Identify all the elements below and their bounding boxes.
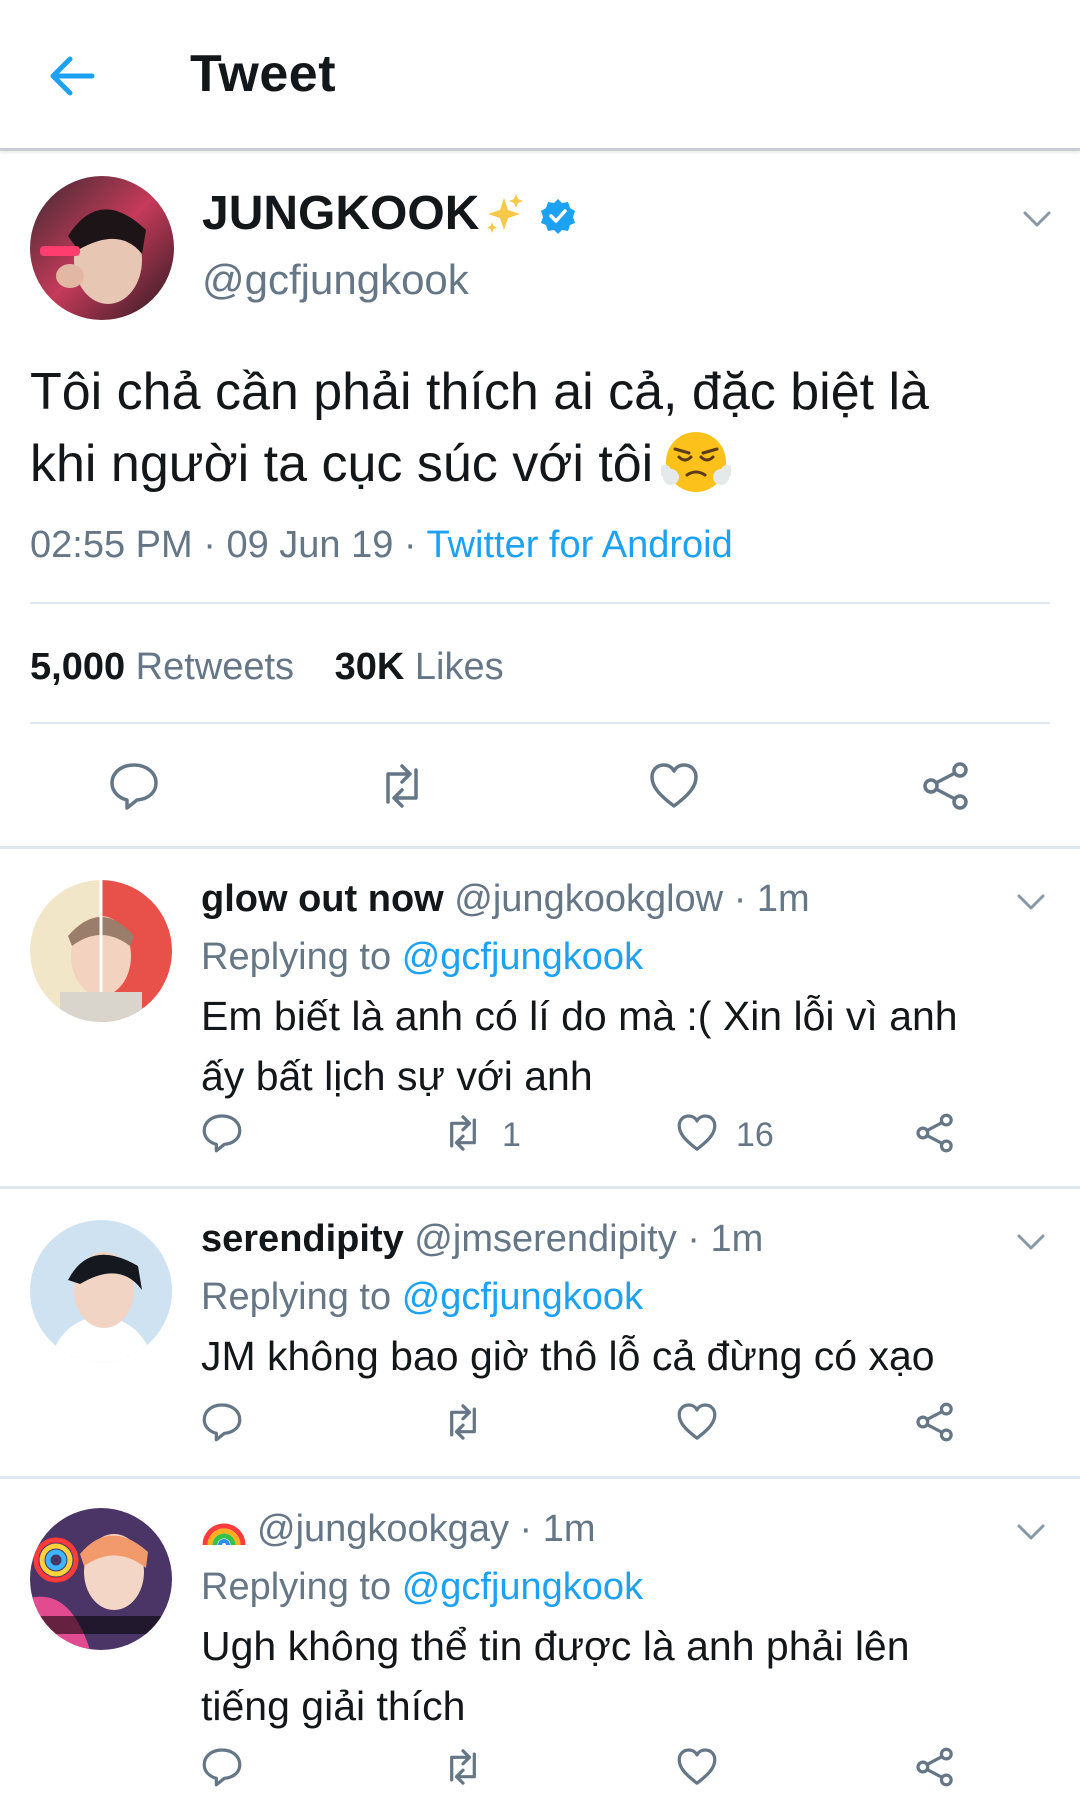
reply-author-handle[interactable]: @jmserendipity (414, 1218, 676, 1260)
tweet-text-line: Tôi chả cần phải thích ai cả, đặc biệt l… (30, 363, 929, 421)
avatar[interactable] (30, 1508, 172, 1650)
meta-separator: · (403, 524, 417, 566)
replying-to-label: Replying to (201, 1276, 392, 1318)
tweet-source-link[interactable]: Twitter for Android (426, 524, 732, 566)
author-handle[interactable]: @gcfjungkook (202, 256, 469, 304)
reply-text-line: Ugh không thể tin được là anh phải lên (201, 1623, 910, 1669)
chevron-down-icon[interactable] (1016, 1523, 1046, 1541)
replying-to-label: Replying to (201, 936, 392, 978)
divider (0, 846, 1080, 849)
replying-to-handle[interactable]: @gcfjungkook (402, 1566, 643, 1608)
reply-icon[interactable] (201, 1746, 243, 1788)
face-with-steam-icon (661, 429, 732, 495)
replying-to-label: Replying to (201, 1566, 392, 1608)
avatar[interactable] (30, 176, 174, 320)
chevron-down-icon[interactable] (1016, 1233, 1046, 1251)
retweets-count[interactable]: 5,000 (30, 646, 125, 688)
likes-count[interactable]: 30K (335, 646, 405, 688)
divider (0, 1186, 1080, 1189)
reply-icon[interactable] (201, 1401, 243, 1443)
reply-header: glow out now @jungkookglow · 1m (201, 878, 810, 921)
reply-time: · 1m (519, 1508, 596, 1550)
retweets-label[interactable]: Retweets (136, 646, 294, 688)
reply-author-handle[interactable]: @jungkookglow (454, 878, 723, 920)
reply-text-line: tiếng giải thích (201, 1683, 466, 1729)
like-count: 16 (736, 1116, 774, 1154)
reply-text: Ugh không thể tin được là anh phải lên t… (201, 1616, 1031, 1736)
retweet-count: 1 (502, 1116, 521, 1154)
reply-text: JM không bao giờ thô lỗ cả đừng có xạo (201, 1326, 1031, 1386)
retweet-icon[interactable] (376, 760, 428, 812)
page-title: Tweet (190, 45, 337, 103)
tweet-text: Tôi chả cần phải thích ai cả, đặc biệt l… (30, 356, 1050, 500)
chevron-down-icon[interactable] (1016, 893, 1046, 911)
reply-header: serendipity @jmserendipity · 1m (201, 1218, 763, 1261)
tweet-stats: 5,000 Retweets 30K Likes (30, 646, 504, 689)
reply-header: @jungkookgay · 1m (201, 1508, 596, 1551)
likes-label[interactable]: Likes (415, 646, 504, 688)
tweet-text-line-content: khi người ta cục súc với tôi (30, 435, 654, 493)
heart-icon[interactable] (676, 1112, 718, 1154)
tweet-meta: 02:55 PM · 09 Jun 19 · Twitter for Andro… (30, 524, 733, 567)
reply-text-line: ấy bất lịch sự với anh (201, 1053, 593, 1099)
reply-author-name[interactable]: glow out now (201, 878, 444, 920)
share-icon[interactable] (914, 1401, 956, 1443)
reply-icon[interactable] (201, 1112, 243, 1154)
rainbow-icon (201, 1509, 247, 1549)
verified-badge-icon (540, 198, 576, 234)
retweet-icon[interactable] (442, 1112, 484, 1154)
replying-to: Replying to @gcfjungkook (201, 1566, 643, 1609)
reply-icon[interactable] (108, 760, 160, 812)
avatar[interactable] (30, 880, 172, 1022)
heart-icon[interactable] (648, 760, 700, 812)
retweet-icon[interactable] (442, 1746, 484, 1788)
reply-text: Em biết là anh có lí do mà :( Xin lỗi vì… (201, 986, 1031, 1106)
replying-to: Replying to @gcfjungkook (201, 936, 643, 979)
share-icon[interactable] (920, 760, 972, 812)
reply-text-line: JM không bao giờ thô lỗ cả đừng có xạo (201, 1333, 935, 1379)
replying-to-handle[interactable]: @gcfjungkook (402, 936, 643, 978)
tweet-text-line: khi người ta cục súc với tôi (30, 428, 1050, 500)
replying-to-handle[interactable]: @gcfjungkook (402, 1276, 643, 1318)
author-name[interactable]: JUNGKOOK (202, 186, 479, 241)
share-icon[interactable] (914, 1746, 956, 1788)
arrow-left-icon[interactable] (46, 50, 98, 102)
top-bar: Tweet (0, 0, 1080, 151)
reply-author-name[interactable]: serendipity (201, 1218, 404, 1260)
sparkles-icon (484, 192, 524, 236)
divider (30, 722, 1050, 724)
divider (0, 1476, 1080, 1479)
heart-icon[interactable] (676, 1746, 718, 1788)
reply-time: · 1m (687, 1218, 764, 1260)
meta-separator: · (203, 524, 216, 566)
share-icon[interactable] (914, 1112, 956, 1154)
replying-to: Replying to @gcfjungkook (201, 1276, 643, 1319)
reply-author-handle[interactable]: @jungkookgay (257, 1508, 509, 1550)
retweet-icon[interactable] (442, 1401, 484, 1443)
heart-icon[interactable] (676, 1401, 718, 1443)
avatar[interactable] (30, 1220, 172, 1362)
chevron-down-icon[interactable] (1022, 210, 1052, 228)
tweet-time: 02:55 PM (30, 524, 193, 566)
reply-time: · 1m (733, 878, 810, 920)
reply-text-line: Em biết là anh có lí do mà :( Xin lỗi vì… (201, 993, 958, 1039)
divider (30, 602, 1050, 604)
tweet-date: 09 Jun 19 (226, 524, 394, 566)
